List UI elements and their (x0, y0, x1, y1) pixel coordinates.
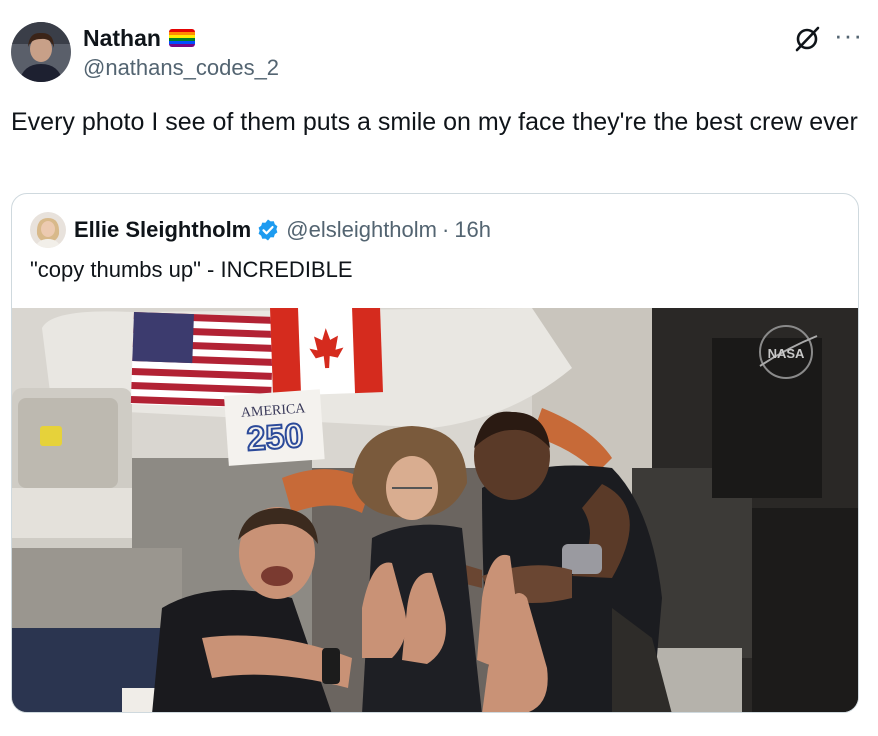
grok-icon[interactable] (792, 24, 822, 54)
quoted-timestamp[interactable]: 16h (454, 214, 491, 246)
quoted-photo[interactable]: AMERICA 250 NASA (12, 308, 858, 712)
rainbow-flag-icon (168, 29, 195, 47)
quoted-header: Ellie Sleightholm @elsleightholm · 16h (74, 214, 491, 246)
quoted-author-handle[interactable]: @elsleightholm (286, 214, 437, 246)
quoted-author-name[interactable]: Ellie Sleightholm (74, 214, 251, 246)
nasa-watermark: NASA (768, 346, 805, 361)
meta-separator: · (441, 217, 450, 242)
banner-text-num: 250 (245, 417, 304, 459)
author-name[interactable]: Nathan (83, 24, 161, 52)
post-text: Every photo I see of them puts a smile o… (11, 108, 858, 136)
more-options-button[interactable]: ··· (834, 20, 863, 50)
quoted-author-avatar[interactable] (30, 212, 66, 248)
author-name-row[interactable]: Nathan (83, 24, 195, 52)
author-handle[interactable]: @nathans_codes_2 (83, 54, 279, 82)
quoted-post[interactable]: Ellie Sleightholm @elsleightholm · 16h "… (11, 193, 859, 713)
quoted-text: "copy thumbs up" - INCREDIBLE (30, 257, 353, 282)
verified-badge-icon (256, 218, 280, 242)
author-avatar[interactable] (11, 22, 71, 82)
